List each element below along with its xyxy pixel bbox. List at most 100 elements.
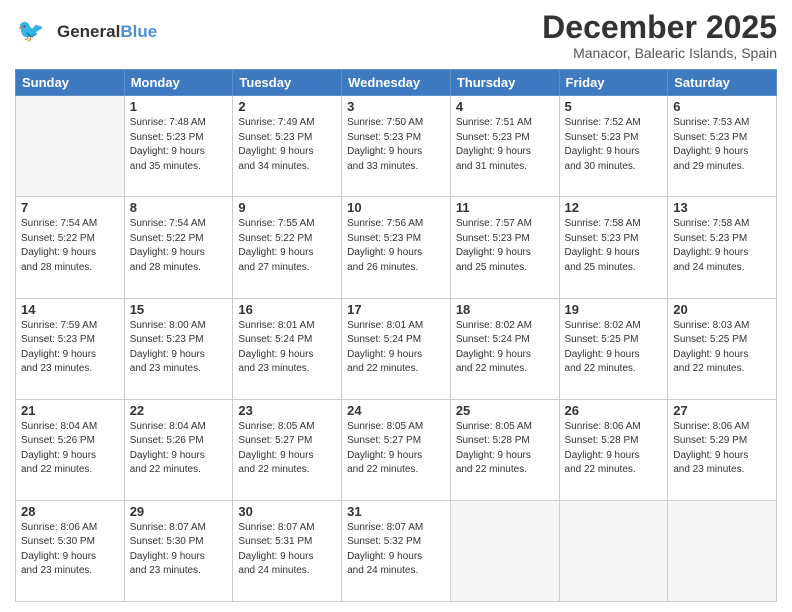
logo: 🐦 GeneralBlue [15,10,157,53]
calendar-cell [668,500,777,601]
calendar-cell: 28 Sunrise: 8:06 AMSunset: 5:30 PMDayligh… [16,500,125,601]
calendar-cell: 7Sunrise: 7:54 AMSunset: 5:22 PMDaylight… [16,197,125,298]
title-section: December 2025 Manacor, Balearic Islands,… [542,10,777,61]
calendar-cell: 20 Sunrise: 8:03 AMSunset: 5:25 PMDayligh… [668,298,777,399]
header: 🐦 GeneralBlue December 2025 Manacor, Bal… [15,10,777,61]
calendar-cell [559,500,668,601]
day-number: 13 [673,200,771,215]
week-row-3: 21Sunrise: 8:04 AMSunset: 5:26 PMDayligh… [16,399,777,500]
day-info: Sunrise: 8:06 AMSunset: 5:29 PMDaylight:… [673,420,771,478]
day-info: Sunrise: 7:58 AMSunset: 5:23 PMDaylight:… [565,217,663,275]
calendar-cell: 23 Sunrise: 8:05 AMSunset: 5:27 PMDayligh… [233,399,342,500]
day-number: 11 [456,200,554,215]
week-row-1: 7Sunrise: 7:54 AMSunset: 5:22 PMDaylight… [16,197,777,298]
calendar-cell: 24 Sunrise: 8:05 AMSunset: 5:27 PMDayligh… [342,399,451,500]
calendar-cell: 25Sunrise: 8:05 AMSunset: 5:28 PMDayligh… [450,399,559,500]
calendar-cell: 11 Sunrise: 7:57 AMSunset: 5:23 PMDayligh… [450,197,559,298]
calendar-cell: 12 Sunrise: 7:58 AMSunset: 5:23 PMDayligh… [559,197,668,298]
day-info: Sunrise: 7:48 AMSunset: 5:23 PMDaylight:… [130,116,228,174]
day-number: 14 [21,302,119,317]
day-info: Sunrise: 8:07 AMSunset: 5:31 PMDaylight:… [238,521,336,579]
calendar-cell [450,500,559,601]
day-number: 28 [21,504,119,519]
day-info: Sunrise: 8:01 AMSunset: 5:24 PMDaylight:… [347,319,445,377]
calendar-cell: 18Sunrise: 8:02 AMSunset: 5:24 PMDayligh… [450,298,559,399]
calendar-cell: 16Sunrise: 8:01 AMSunset: 5:24 PMDayligh… [233,298,342,399]
page-container: 🐦 GeneralBlue December 2025 Manacor, Bal… [0,0,792,612]
calendar: SundayMondayTuesdayWednesdayThursdayFrid… [15,69,777,602]
day-info: Sunrise: 7:52 AMSunset: 5:23 PMDaylight:… [565,116,663,174]
day-info: Sunrise: 8:04 AMSunset: 5:26 PMDaylight:… [130,420,228,478]
weekday-header-thursday: Thursday [450,70,559,96]
calendar-cell: 10Sunrise: 7:56 AMSunset: 5:23 PMDayligh… [342,197,451,298]
day-info: Sunrise: 7:51 AMSunset: 5:23 PMDaylight:… [456,116,554,174]
day-info: Sunrise: 8:06 AMSunset: 5:28 PMDaylight:… [565,420,663,478]
day-info: Sunrise: 8:05 AMSunset: 5:27 PMDaylight:… [238,420,336,478]
calendar-cell: 3 Sunrise: 7:50 AMSunset: 5:23 PMDaylight… [342,96,451,197]
day-info: Sunrise: 8:03 AMSunset: 5:25 PMDaylight:… [673,319,771,377]
calendar-cell: 31Sunrise: 8:07 AMSunset: 5:32 PMDayligh… [342,500,451,601]
day-info: Sunrise: 7:54 AMSunset: 5:22 PMDaylight:… [21,217,119,275]
logo-icon: 🐦 [15,10,53,48]
day-number: 9 [238,200,336,215]
day-info: Sunrise: 7:56 AMSunset: 5:23 PMDaylight:… [347,217,445,275]
day-number: 12 [565,200,663,215]
day-number: 29 [130,504,228,519]
day-info: Sunrise: 7:50 AMSunset: 5:23 PMDaylight:… [347,116,445,174]
day-info: Sunrise: 7:57 AMSunset: 5:23 PMDaylight:… [456,217,554,275]
calendar-cell: 27Sunrise: 8:06 AMSunset: 5:29 PMDayligh… [668,399,777,500]
calendar-cell: 15 Sunrise: 8:00 AMSunset: 5:23 PMDayligh… [124,298,233,399]
calendar-cell: 26 Sunrise: 8:06 AMSunset: 5:28 PMDayligh… [559,399,668,500]
weekday-header-row: SundayMondayTuesdayWednesdayThursdayFrid… [16,70,777,96]
calendar-cell: 19Sunrise: 8:02 AMSunset: 5:25 PMDayligh… [559,298,668,399]
calendar-cell: 30 Sunrise: 8:07 AMSunset: 5:31 PMDayligh… [233,500,342,601]
day-number: 20 [673,302,771,317]
calendar-cell: 22 Sunrise: 8:04 AMSunset: 5:26 PMDayligh… [124,399,233,500]
day-info: Sunrise: 7:55 AMSunset: 5:22 PMDaylight:… [238,217,336,275]
calendar-cell: 29 Sunrise: 8:07 AMSunset: 5:30 PMDayligh… [124,500,233,601]
calendar-cell: 5 Sunrise: 7:52 AMSunset: 5:23 PMDaylight… [559,96,668,197]
day-number: 23 [238,403,336,418]
day-number: 15 [130,302,228,317]
day-info: Sunrise: 8:00 AMSunset: 5:23 PMDaylight:… [130,319,228,377]
day-info: Sunrise: 7:49 AMSunset: 5:23 PMDaylight:… [238,116,336,174]
calendar-cell: 1 Sunrise: 7:48 AMSunset: 5:23 PMDaylight… [124,96,233,197]
calendar-cell: 17 Sunrise: 8:01 AMSunset: 5:24 PMDayligh… [342,298,451,399]
day-number: 1 [130,99,228,114]
weekday-header-saturday: Saturday [668,70,777,96]
weekday-header-friday: Friday [559,70,668,96]
day-number: 17 [347,302,445,317]
logo-text: GeneralBlue [57,22,157,42]
day-number: 5 [565,99,663,114]
day-info: Sunrise: 8:02 AMSunset: 5:25 PMDaylight:… [565,319,663,377]
day-info: Sunrise: 7:58 AMSunset: 5:23 PMDaylight:… [673,217,771,275]
day-info: Sunrise: 7:59 AMSunset: 5:23 PMDaylight:… [21,319,119,377]
day-info: Sunrise: 8:05 AMSunset: 5:27 PMDaylight:… [347,420,445,478]
calendar-cell: 14 Sunrise: 7:59 AMSunset: 5:23 PMDayligh… [16,298,125,399]
day-info: Sunrise: 8:07 AMSunset: 5:30 PMDaylight:… [130,521,228,579]
weekday-header-monday: Monday [124,70,233,96]
calendar-cell: 2 Sunrise: 7:49 AMSunset: 5:23 PMDaylight… [233,96,342,197]
day-number: 2 [238,99,336,114]
day-number: 31 [347,504,445,519]
day-number: 30 [238,504,336,519]
weekday-header-wednesday: Wednesday [342,70,451,96]
day-number: 24 [347,403,445,418]
day-number: 26 [565,403,663,418]
calendar-cell: 9 Sunrise: 7:55 AMSunset: 5:22 PMDaylight… [233,197,342,298]
location: Manacor, Balearic Islands, Spain [542,45,777,61]
day-info: Sunrise: 8:04 AMSunset: 5:26 PMDaylight:… [21,420,119,478]
day-number: 22 [130,403,228,418]
day-number: 8 [130,200,228,215]
day-number: 3 [347,99,445,114]
day-info: Sunrise: 8:05 AMSunset: 5:28 PMDaylight:… [456,420,554,478]
day-number: 18 [456,302,554,317]
day-info: Sunrise: 8:06 AMSunset: 5:30 PMDaylight:… [21,521,119,579]
week-row-0: 1 Sunrise: 7:48 AMSunset: 5:23 PMDaylight… [16,96,777,197]
svg-text:🐦: 🐦 [17,18,44,43]
day-number: 16 [238,302,336,317]
month-title: December 2025 [542,10,777,45]
calendar-cell: 8Sunrise: 7:54 AMSunset: 5:22 PMDaylight… [124,197,233,298]
week-row-2: 14 Sunrise: 7:59 AMSunset: 5:23 PMDayligh… [16,298,777,399]
day-number: 6 [673,99,771,114]
